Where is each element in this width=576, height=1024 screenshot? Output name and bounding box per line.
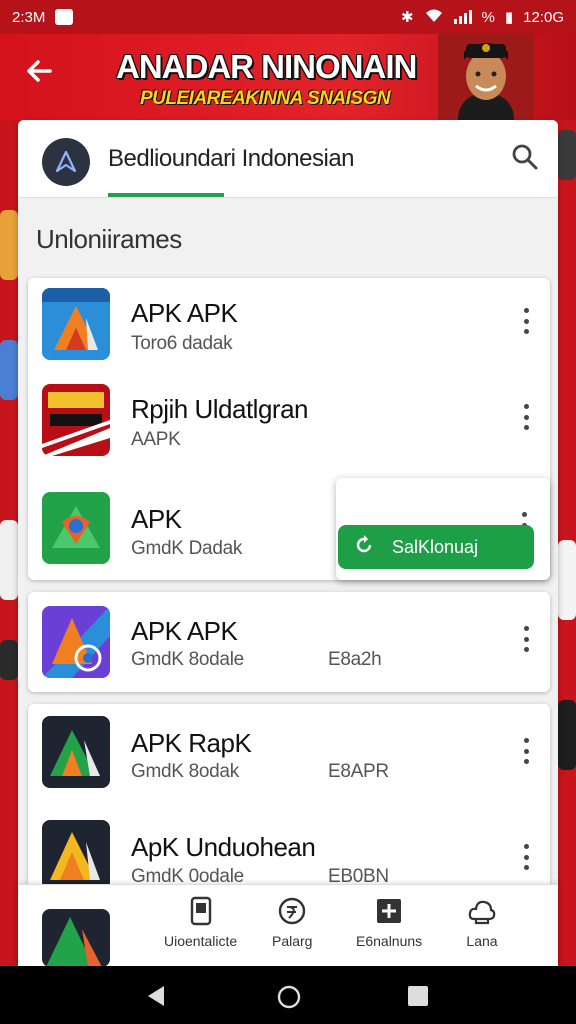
more-options-icon[interactable] [522,626,530,652]
app-name: APK [131,504,182,534]
nav-item[interactable]: Uioentalicte [164,895,237,949]
app-logo-icon [42,138,90,186]
data-icon: % [481,8,495,26]
status-bar: 2:3M ✱ % ▮ 12:0G [0,0,576,34]
app-subtitle: Toro6 dadak [131,333,233,354]
wifi-icon [424,7,444,27]
nav-item[interactable]: E6nalnuns [356,895,422,949]
active-tab-indicator [108,193,224,197]
app-name: APK APK [131,616,238,646]
side-decoration [558,700,576,770]
app-icon[interactable] [42,909,110,967]
nav-label: Lana [466,933,498,949]
side-decoration [0,520,18,600]
back-icon[interactable] [146,985,166,1012]
nav-item[interactable]: Lana [466,895,498,949]
home-icon[interactable] [277,985,301,1014]
list-item[interactable]: Rpjih Uldatlgran AAPK [28,374,550,474]
app-icon [42,384,110,456]
bluetooth-icon: ✱ [400,9,414,26]
search-icon[interactable] [510,142,540,172]
app-subtitle: GmdK 8odak [131,761,239,782]
search-input[interactable]: Bedlioundari Indonesian [108,145,355,173]
apk-app-icon [42,288,110,360]
bottom-nav: Uioentalicte Palarg E6nalnuns Lana [18,884,558,967]
nav-item[interactable]: Palarg [272,895,312,949]
more-options-icon[interactable] [522,308,530,334]
signal-icon [453,10,472,24]
more-options-icon[interactable] [522,404,530,430]
app-subtitle: GmdK Dadak [131,538,243,559]
nav-label: E6nalnuns [356,933,423,949]
app-size: E8a2h [328,649,382,670]
list-item[interactable]: APK APK GmdK 8odale E8a2h [28,592,550,692]
notification-icon [55,9,74,25]
section-title: Unloniirames [36,224,182,254]
app-icon [42,820,110,892]
app-list-card: APK APK GmdK 8odale E8a2h [28,592,550,692]
cloud-icon [468,900,496,925]
status-time: 2:3M [12,8,46,26]
search-bar[interactable]: Bedlioundari Indonesian [18,120,558,198]
nav-label: Palarg [272,933,313,949]
list-item[interactable]: APK RapK GmdK 8odak E8APR [28,704,550,804]
app-list-card: APK RapK GmdK 8odak E8APR ApK Unduohean … [28,704,550,894]
currency-icon [279,897,306,925]
app-subtitle: AAPK [131,429,181,450]
side-decoration [0,210,18,280]
list-item[interactable]: APK APK Toro6 dadak [28,278,550,378]
download-button[interactable]: SalKlonuaj [338,525,534,569]
system-nav-bar [0,966,576,1024]
battery-icon: ▮ [504,9,514,26]
app-icon [42,606,110,678]
side-decoration [558,540,576,620]
banner-title: ANADAR NINONAIN [116,48,417,85]
app-subtitle: GmdK 8odale [131,649,244,670]
back-arrow-icon[interactable] [22,54,62,94]
app-name: APK RapK [131,728,252,758]
side-decoration [0,640,18,680]
app-icon [42,492,110,564]
refresh-icon [354,534,374,560]
nav-label: Uioentalicte [164,933,238,949]
app-name: Rpjih Uldatlgran [131,394,308,424]
side-decoration [558,130,576,180]
avatar [438,34,534,120]
app-icon [42,716,110,788]
app-name: APK APK [131,298,238,328]
status-right-time: 12:0G [523,8,564,26]
app-size: E8APR [328,761,389,782]
banner-subtitle: PULEIAREAKINNA SNAISGN [140,88,391,109]
app-name: ApK Unduohean [131,832,316,862]
header-banner: ANADAR NINONAIN PULEIAREAKINNA SNAISGN [0,34,576,120]
download-button-label: SalKlonuaj [392,536,479,557]
recents-icon[interactable] [407,985,429,1012]
more-options-icon[interactable] [522,844,530,870]
phone-icon [190,896,211,926]
side-decoration [0,340,18,400]
more-options-icon[interactable] [522,738,530,764]
plus-box-icon [377,899,402,923]
